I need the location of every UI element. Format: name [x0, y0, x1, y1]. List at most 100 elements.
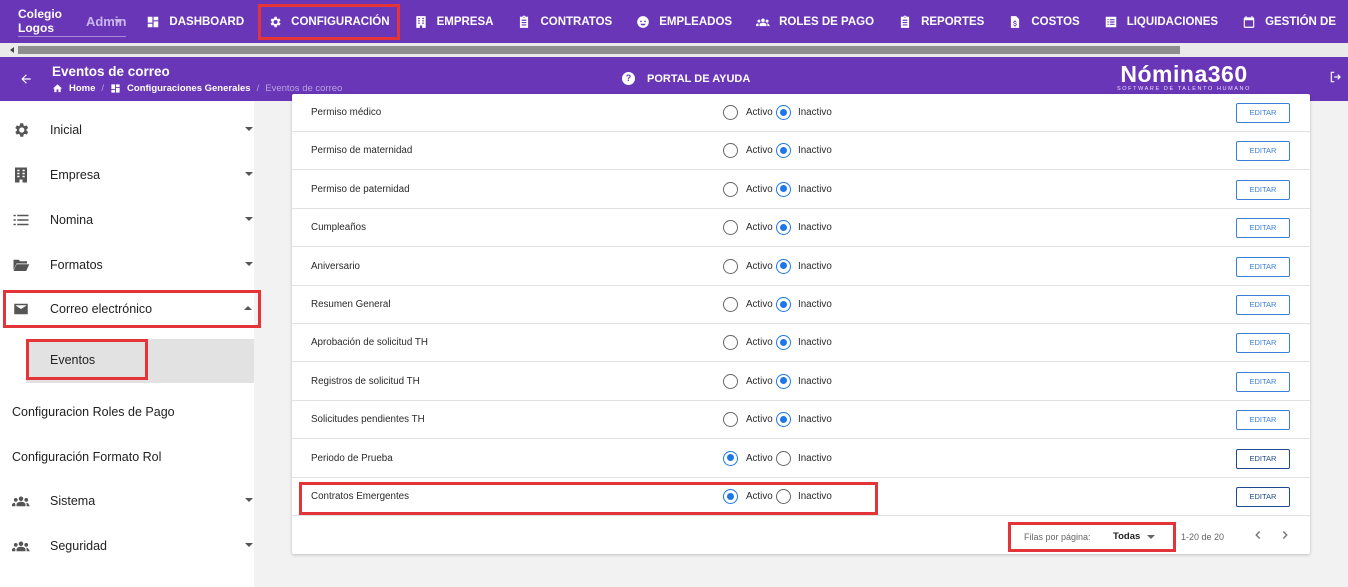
- table-row: Periodo de Prueba Activo Inactivo EDITAR: [292, 440, 1310, 478]
- radio-activo-label: Activo: [746, 299, 773, 310]
- logout-icon[interactable]: [1329, 70, 1343, 84]
- pagination-range: 1-20 de 20: [1181, 532, 1225, 542]
- radio-activo[interactable]: [723, 105, 738, 120]
- sidebar-item-label: Sistema: [50, 493, 96, 508]
- chevron-right-icon[interactable]: [1278, 528, 1292, 542]
- building-icon: [11, 166, 31, 184]
- sidebar-item-nomina[interactable]: Nomina: [0, 197, 254, 242]
- breadcrumb-configuraciones[interactable]: Configuraciones Generales: [127, 83, 251, 94]
- nav-gestion[interactable]: GESTIÓN DE: [1230, 0, 1348, 43]
- radio-inactivo[interactable]: [776, 258, 791, 274]
- radio-inactivo[interactable]: [776, 489, 791, 504]
- nav-roles-de-pago[interactable]: ROLES DE PAGO: [744, 0, 886, 43]
- edit-button[interactable]: EDITAR: [1236, 333, 1290, 354]
- event-name: Contratos Emergentes: [311, 491, 410, 502]
- edit-button[interactable]: EDITAR: [1236, 179, 1290, 200]
- sidebar-subitem-eventos[interactable]: Eventos: [26, 339, 148, 380]
- back-arrow-icon[interactable]: [19, 72, 33, 86]
- chevron-down-icon: [245, 172, 253, 176]
- folder-open-icon: [11, 256, 31, 274]
- sidebar-item-config-formato[interactable]: Configuración Formato Rol: [0, 434, 254, 479]
- edit-button[interactable]: EDITAR: [1236, 295, 1290, 315]
- sidebar-item-inicial[interactable]: Inicial: [0, 107, 254, 152]
- sidebar-item-correo[interactable]: Correo electrónico: [3, 290, 261, 328]
- edit-button[interactable]: EDITAR: [1236, 256, 1290, 277]
- radio-activo[interactable]: [723, 335, 738, 351]
- list-icon: [1105, 16, 1116, 27]
- radio-activo-label: Activo: [746, 414, 773, 426]
- edit-button[interactable]: EDITAR: [1236, 487, 1290, 507]
- nav-reportes[interactable]: REPORTES: [886, 0, 996, 43]
- radio-inactivo-label: Inactivo: [798, 222, 832, 234]
- radio-inactivo[interactable]: [776, 105, 791, 120]
- nav-contratos[interactable]: CONTRATOS: [505, 0, 624, 43]
- radio-activo[interactable]: [723, 489, 738, 504]
- radio-activo[interactable]: [723, 258, 738, 274]
- radio-activo[interactable]: [723, 220, 738, 236]
- radio-inactivo[interactable]: [776, 297, 791, 312]
- sidebar-item-label: Empresa: [50, 167, 101, 182]
- radio-inactivo[interactable]: [776, 412, 791, 428]
- radio-inactivo-label: Inactivo: [798, 107, 832, 118]
- breadcrumb-home[interactable]: Home: [69, 83, 95, 94]
- radio-inactivo-label: Inactivo: [798, 491, 832, 502]
- edit-button[interactable]: EDITAR: [1236, 410, 1290, 431]
- sidebar-item-empresa[interactable]: Empresa: [0, 152, 254, 197]
- breadcrumb: Home / Configuraciones Generales / Event…: [52, 83, 342, 94]
- radio-inactivo[interactable]: [776, 143, 791, 159]
- event-name: Aprobación de solicitud TH: [311, 337, 428, 349]
- nav-empresa[interactable]: EMPRESA: [402, 0, 506, 43]
- help-portal-link[interactable]: ? PORTAL DE AYUDA: [622, 72, 750, 85]
- calendar-icon: [1243, 15, 1255, 28]
- chevron-down-icon: [245, 217, 253, 221]
- chevron-up-icon: [244, 306, 252, 310]
- radio-activo[interactable]: [723, 373, 738, 389]
- sidebar-item-label: Configuración Formato Rol: [12, 449, 162, 464]
- chevron-left-icon[interactable]: [1251, 528, 1265, 542]
- radio-inactivo-label: Inactivo: [798, 414, 832, 426]
- nav-dashboard[interactable]: DASHBOARD: [134, 0, 256, 43]
- edit-button[interactable]: EDITAR: [1236, 103, 1290, 123]
- dashboard-icon: [111, 84, 120, 93]
- radio-inactivo[interactable]: [776, 450, 791, 466]
- scrollbar-thumb[interactable]: [18, 46, 1180, 54]
- sidebar-item-seguridad[interactable]: Seguridad: [0, 523, 254, 568]
- nav-empleados[interactable]: EMPLEADOS: [624, 0, 744, 43]
- scroll-left-icon[interactable]: [10, 47, 14, 53]
- nav-liquidaciones[interactable]: LIQUIDACIONES: [1092, 0, 1230, 43]
- radio-inactivo[interactable]: [776, 373, 791, 389]
- table-row: Resumen General Activo Inactivo EDITAR: [292, 286, 1310, 324]
- sidebar-item-label: Nomina: [50, 212, 94, 227]
- sidebar-item-sistema[interactable]: Sistema: [0, 478, 254, 523]
- radio-inactivo[interactable]: [776, 220, 791, 236]
- organization-selector[interactable]: Colegio Logos Admin: [18, 7, 127, 37]
- rows-per-page-value[interactable]: Todas: [1113, 531, 1140, 542]
- edit-button[interactable]: EDITAR: [1236, 218, 1290, 239]
- sidebar-item-config-roles[interactable]: Configuracion Roles de Pago: [0, 389, 254, 434]
- radio-activo[interactable]: [723, 297, 738, 312]
- horizontal-scrollbar[interactable]: [0, 43, 1348, 57]
- event-name: Cumpleaños: [311, 222, 367, 234]
- table-row: Permiso médico Activo Inactivo EDITAR: [292, 94, 1310, 132]
- radio-activo-label: Activo: [746, 260, 773, 272]
- radio-inactivo-label: Inactivo: [798, 452, 832, 464]
- edit-button[interactable]: EDITAR: [1236, 141, 1290, 162]
- sidebar-item-formatos[interactable]: Formatos: [0, 242, 254, 287]
- edit-button[interactable]: EDITAR: [1236, 371, 1290, 392]
- radio-inactivo[interactable]: [776, 181, 791, 197]
- group-icon: [756, 18, 771, 26]
- radio-activo[interactable]: [723, 450, 738, 466]
- radio-activo-label: Activo: [746, 183, 773, 195]
- radio-activo[interactable]: [723, 412, 738, 428]
- nav-costos[interactable]: COSTOS: [996, 0, 1091, 43]
- chevron-down-icon: [114, 18, 123, 23]
- group-icon: [11, 537, 31, 555]
- radio-inactivo[interactable]: [776, 335, 791, 351]
- event-name: Registros de solicitud TH: [311, 375, 420, 387]
- chevron-down-icon[interactable]: [1147, 535, 1155, 539]
- nav-configuracion[interactable]: CONFIGURACIÓN: [256, 2, 401, 42]
- edit-button[interactable]: EDITAR: [1236, 448, 1290, 469]
- radio-activo[interactable]: [723, 181, 738, 197]
- sidebar-item-label: Configuracion Roles de Pago: [12, 404, 175, 419]
- radio-activo[interactable]: [723, 143, 738, 159]
